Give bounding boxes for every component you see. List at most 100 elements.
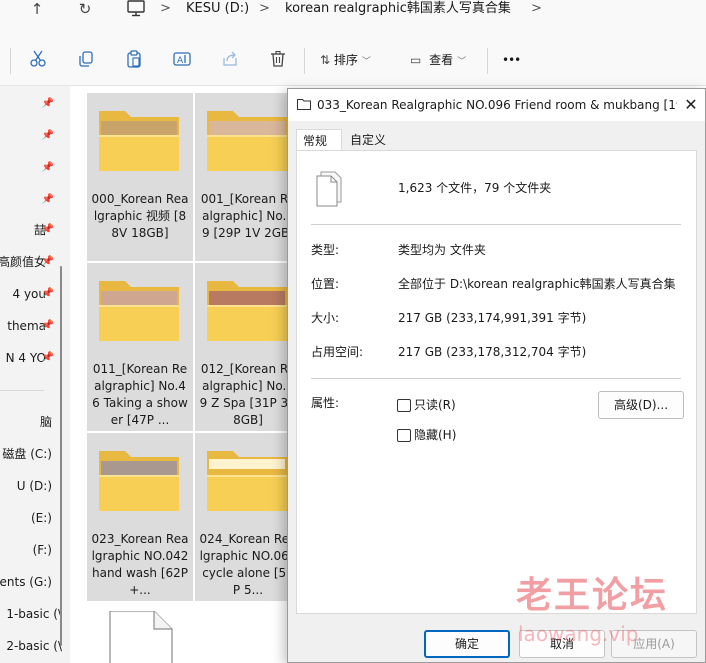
pin-icon: 📌 [41, 320, 54, 331]
readonly-label[interactable]: 只读(R) [414, 398, 456, 413]
folder-icon [207, 281, 287, 341]
more-icon[interactable]: ••• [502, 50, 521, 70]
file-icon[interactable] [108, 611, 174, 663]
ok-button[interactable]: 确定 [424, 630, 510, 658]
address-bar: ↑ ↻ > KESU (D:) > korean realgraphic韩国素人… [0, 0, 706, 36]
folder-name: 001_[Korean Realgraphic] No.09 [29P 1V 2… [200, 192, 296, 240]
folder-name: 023_Korean Realgraphic NO.042 hand wash … [91, 532, 189, 597]
readonly-checkbox[interactable] [397, 399, 411, 412]
size-on-disk-label: 占用空间: [311, 345, 364, 359]
folder-icon [99, 451, 179, 511]
sidebar-scrollbar[interactable] [60, 266, 62, 646]
sidebar-item-drive-g[interactable]: nents (G:) [0, 572, 62, 592]
pin-icon: 📌 [41, 288, 54, 299]
advanced-button[interactable]: 高级(D)... [598, 391, 684, 419]
tab-general[interactable]: 常规 [296, 129, 342, 152]
sidebar-item-network-2[interactable]: 2-basic (\ [0, 636, 62, 656]
attributes-label: 属性: [311, 396, 340, 410]
folder-icon [207, 451, 287, 511]
sidebar-item[interactable]: 4 you 📌 [0, 284, 62, 304]
pin-icon: 📌 [41, 352, 54, 363]
sidebar-item-drive-c[interactable]: 磁盘 (C:) [0, 444, 62, 464]
properties-dialog: 033_Korean Realgraphic NO.096 Friend roo… [287, 88, 706, 663]
command-bar: A ⇅ 排序 ﹀ ▭ 查看 ﹀ ••• [0, 36, 706, 86]
view-icon: ▭ [410, 53, 422, 67]
breadcrumb-separator: > [259, 1, 270, 16]
folder-tile[interactable]: 024_Korean Realgraphic NO.062 cycle alon… [195, 433, 301, 601]
folder-name: 000_Korean Realgraphic 视频 [88V 18GB] [91, 192, 189, 240]
apply-button[interactable]: 应用(A) [611, 630, 697, 658]
cut-icon[interactable] [27, 50, 49, 70]
paste-icon[interactable] [123, 50, 145, 70]
general-panel: 1,623 个文件，79 个文件夹 类型: 类型均为 文件夹 位置: 全部位于 … [296, 150, 697, 614]
multiple-files-icon [316, 171, 342, 207]
chevron-down-icon: ﹀ [457, 57, 467, 67]
sidebar-item[interactable]: 📌 [0, 94, 62, 114]
divider [311, 224, 681, 225]
folder-tile[interactable]: 001_[Korean Realgraphic] No.09 [29P 1V 2… [195, 93, 301, 261]
copy-icon[interactable] [75, 50, 97, 70]
folder-tile[interactable]: 011_[Korean Realgraphic] No.46 Taking a … [87, 263, 193, 431]
computer-icon[interactable] [126, 0, 146, 17]
pin-icon: 📌 [41, 194, 54, 205]
sidebar-item[interactable]: 高颜值女 📌 [0, 252, 62, 272]
size-value: 217 GB (233,174,991,391 字节) [398, 311, 587, 325]
toolbar-divider [10, 48, 11, 74]
folder-name: 011_[Korean Realgraphic] No.46 Taking a … [92, 362, 188, 427]
sort-button[interactable]: ⇅ 排序 ﹀ [320, 50, 371, 70]
folder-tile[interactable]: 023_Korean Realgraphic NO.042 hand wash … [87, 433, 193, 601]
navigation-pane: 📌 📌 📌 📌 喆 📌 高颜值女 📌 4 you 📌 thema 📌 N 4 YO 📌 脑… [0, 86, 62, 663]
pin-icon: 📌 [41, 162, 54, 173]
chevron-down-icon: ﹀ [361, 57, 371, 67]
dialog-title: 033_Korean Realgraphic NO.096 Friend roo… [317, 98, 677, 112]
close-icon[interactable]: ✕ [681, 95, 701, 115]
folder-icon [297, 99, 311, 110]
share-icon[interactable] [219, 50, 241, 70]
folder-icon [99, 281, 179, 341]
pin-icon: 📌 [41, 98, 54, 109]
sort-label: 排序 [333, 53, 358, 67]
hidden-label[interactable]: 隐藏(H) [414, 428, 456, 443]
pin-icon: 📌 [41, 224, 54, 235]
pin-icon: 📌 [41, 256, 54, 267]
folder-name: 024_Korean Realgraphic NO.062 cycle alon… [199, 532, 297, 597]
sidebar-item[interactable]: 📌 [0, 158, 62, 178]
rename-icon[interactable]: A [171, 50, 193, 70]
dialog-tabs: 常规 自定义 [288, 121, 705, 152]
breadcrumb-separator: > [160, 1, 171, 16]
sidebar-item-drive-e[interactable]: (E:) [0, 508, 62, 528]
sidebar-item[interactable]: N 4 YO 📌 [0, 348, 62, 368]
folder-tile[interactable]: 000_Korean Realgraphic 视频 [88V 18GB] [87, 93, 193, 261]
location-value: 全部位于 D:\korean realgraphic韩国素人写真合集 [398, 277, 676, 291]
sort-icon: ⇅ [320, 53, 331, 67]
type-label: 类型: [311, 243, 340, 257]
folder-name: 012_[Korean Realgraphic] No.59 Z Spa [31… [199, 362, 297, 427]
breadcrumb-drive[interactable]: KESU (D:) [186, 0, 249, 17]
type-value: 类型均为 文件夹 [398, 243, 486, 257]
tab-custom[interactable]: 自定义 [344, 129, 392, 151]
hidden-checkbox[interactable] [397, 429, 411, 442]
cancel-button[interactable]: 取消 [519, 630, 605, 658]
divider [311, 378, 681, 379]
arrow-up-icon[interactable]: ↑ [22, 0, 52, 18]
sidebar-item[interactable]: 📌 [0, 126, 62, 146]
sidebar-item-this-pc[interactable]: 脑 [0, 412, 62, 432]
view-button[interactable]: ▭ 查看 ﹀ [410, 50, 466, 70]
sidebar-item[interactable]: thema 📌 [0, 316, 62, 336]
sidebar-divider [0, 390, 44, 391]
toolbar-divider [304, 48, 305, 74]
sidebar-item[interactable]: 📌 [0, 190, 62, 210]
dialog-titlebar[interactable]: 033_Korean Realgraphic NO.096 Friend roo… [288, 89, 705, 121]
breadcrumb-separator: > [531, 1, 542, 16]
breadcrumb-folder[interactable]: korean realgraphic韩国素人写真合集 [285, 0, 511, 17]
folder-icon [207, 111, 287, 171]
folder-tile[interactable]: 012_[Korean Realgraphic] No.59 Z Spa [31… [195, 263, 301, 431]
sidebar-item-drive-f[interactable]: (F:) [0, 540, 62, 560]
size-on-disk-value: 217 GB (233,178,312,704 字节) [398, 345, 587, 359]
refresh-icon[interactable]: ↻ [70, 0, 100, 18]
sidebar-item[interactable]: 喆 📌 [0, 220, 62, 240]
svg-text:A: A [177, 56, 184, 66]
sidebar-item-network-1[interactable]: 1-basic (\ [0, 604, 62, 624]
sidebar-item-drive-d[interactable]: U (D:) [0, 476, 62, 496]
delete-icon[interactable] [267, 50, 289, 70]
